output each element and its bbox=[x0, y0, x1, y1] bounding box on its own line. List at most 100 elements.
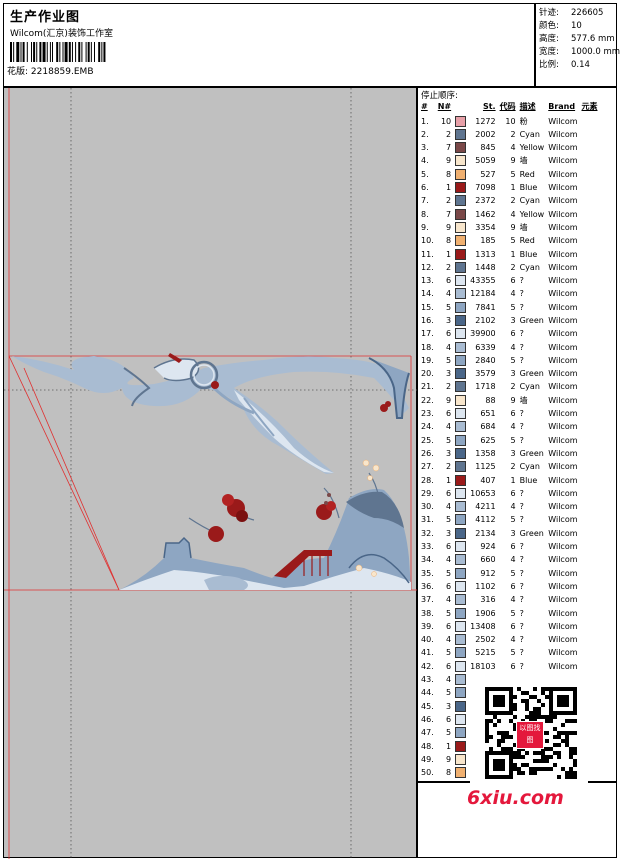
thread-brand: Wilcom bbox=[548, 222, 578, 232]
qr-module bbox=[569, 767, 573, 771]
thread-brand: Wilcom bbox=[548, 635, 578, 645]
color-chip bbox=[455, 128, 467, 140]
qr-module bbox=[529, 711, 533, 715]
qr-module bbox=[569, 751, 573, 755]
qr-module bbox=[505, 735, 509, 739]
qr-module bbox=[557, 775, 561, 779]
color-chip bbox=[455, 447, 467, 459]
color-chip bbox=[455, 142, 467, 154]
thread-idx: 47. bbox=[421, 728, 434, 738]
thread-color-swatch bbox=[453, 740, 468, 753]
barcode-bar bbox=[42, 42, 46, 62]
thread-element bbox=[580, 195, 600, 208]
barcode-bar bbox=[56, 42, 59, 62]
qr-module bbox=[529, 715, 533, 719]
qr-module bbox=[485, 739, 489, 743]
thread-idx: 30. bbox=[421, 502, 434, 512]
thread-color-swatch bbox=[453, 713, 468, 726]
thread-idx: 49. bbox=[421, 754, 434, 764]
thread-code: 4 bbox=[510, 289, 516, 299]
color-chip bbox=[455, 261, 467, 273]
thread-code: 1 bbox=[510, 249, 516, 259]
qr-module bbox=[541, 751, 545, 755]
report-header: 生产作业图 Wilcom(汇京)装饰工作室 花版: 2218859.EMB bbox=[3, 3, 535, 87]
color-chip bbox=[455, 461, 467, 473]
qr-module bbox=[497, 739, 501, 743]
thread-element bbox=[580, 394, 600, 407]
thread-brand: Wilcom bbox=[548, 422, 578, 432]
thread-code: 2 bbox=[510, 196, 516, 206]
thread-row: 2. 2 2002 2 Cyan Wilcom bbox=[419, 128, 600, 141]
thread-color-swatch bbox=[453, 514, 468, 527]
thread-desc: ? bbox=[519, 555, 524, 565]
qr-module bbox=[557, 735, 561, 739]
thread-row: 6. 1 7098 1 Blue Wilcom bbox=[419, 181, 600, 194]
thread-code: 4 bbox=[510, 342, 516, 352]
thread-idx: 28. bbox=[421, 475, 434, 485]
qr-module bbox=[501, 739, 505, 743]
qr-module bbox=[565, 743, 569, 747]
color-chip bbox=[455, 501, 467, 513]
thread-n: 6 bbox=[446, 542, 452, 552]
barcode-bar bbox=[90, 42, 92, 62]
thread-element bbox=[580, 514, 600, 527]
thread-element bbox=[580, 354, 600, 367]
thread-code: 6 bbox=[510, 621, 516, 631]
qr-module bbox=[565, 731, 569, 735]
thread-color-swatch bbox=[453, 235, 468, 248]
thread-desc: ? bbox=[519, 542, 524, 552]
thread-row: 24. 4 684 4? Wilcom bbox=[419, 421, 600, 434]
thread-n: 5 bbox=[446, 728, 452, 738]
qr-module bbox=[513, 763, 517, 767]
barcode-bar bbox=[36, 42, 38, 62]
thread-n: 4 bbox=[446, 675, 452, 685]
thread-brand: Wilcom bbox=[548, 316, 578, 325]
grid-lines bbox=[4, 88, 418, 859]
thread-brand: Wilcom bbox=[548, 661, 578, 671]
thread-element bbox=[580, 567, 600, 580]
barcode-bar bbox=[62, 42, 64, 62]
thread-idx: 6. bbox=[421, 183, 429, 193]
thread-n: 5 bbox=[446, 355, 452, 365]
qr-module bbox=[545, 767, 549, 771]
thread-row: 25. 5 625 5? Wilcom bbox=[419, 434, 600, 447]
qr-module bbox=[513, 695, 517, 699]
thread-table-header: # N# St. 代码 描述 Brand 元素 bbox=[419, 100, 600, 115]
qr-module bbox=[509, 735, 513, 739]
col-swatch bbox=[453, 100, 468, 115]
color-chip bbox=[455, 315, 467, 326]
qr-module bbox=[525, 691, 529, 695]
thread-row: 20. 3 3579 3 Green Wilcom bbox=[419, 368, 600, 381]
barcode-bar bbox=[101, 42, 103, 62]
thread-color-swatch bbox=[453, 461, 468, 474]
thread-brand: Wilcom bbox=[548, 568, 578, 578]
qr-module bbox=[573, 771, 577, 775]
qr-module bbox=[513, 703, 517, 707]
color-chip bbox=[455, 182, 467, 194]
qr-module bbox=[517, 687, 521, 691]
thread-idx: 37. bbox=[421, 595, 434, 605]
thread-color-swatch bbox=[453, 594, 468, 607]
barcode-bar bbox=[103, 42, 106, 62]
col-needle: N# bbox=[437, 102, 452, 112]
thread-color-swatch bbox=[453, 687, 468, 700]
barcode-bar bbox=[68, 42, 71, 62]
thread-element bbox=[580, 541, 600, 554]
thread-element bbox=[580, 142, 600, 155]
color-chip bbox=[455, 753, 467, 765]
thread-n: 7 bbox=[446, 143, 452, 153]
thread-n: 1 bbox=[446, 741, 452, 751]
qr-module bbox=[549, 719, 553, 723]
thread-desc: Cyan bbox=[519, 262, 540, 272]
thread-element bbox=[580, 221, 600, 234]
thread-desc: ? bbox=[519, 621, 524, 631]
qr-module bbox=[541, 691, 545, 695]
mountain-motif bbox=[119, 489, 411, 590]
qr-module bbox=[493, 715, 497, 719]
thread-row: 4. 9 5059 9 墙 Wilcom bbox=[419, 155, 600, 168]
design-preview[interactable] bbox=[3, 87, 418, 859]
thread-idx: 42. bbox=[421, 661, 434, 671]
qr-module bbox=[541, 755, 545, 759]
qr-module bbox=[553, 743, 557, 747]
color-chip bbox=[455, 487, 467, 499]
